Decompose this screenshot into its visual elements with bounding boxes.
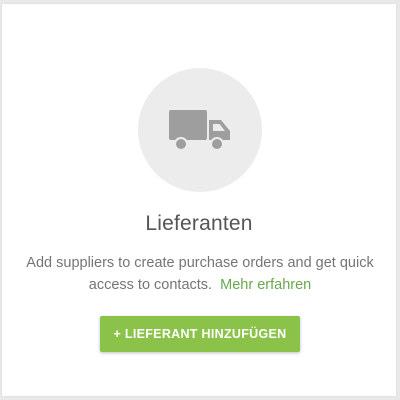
- suppliers-empty-state-card: Lieferanten Add suppliers to create purc…: [2, 4, 396, 396]
- icon-circle: [138, 68, 262, 192]
- add-supplier-button[interactable]: + LIEFERANT HINZUFÜGEN: [100, 316, 300, 352]
- empty-state-title: Lieferanten: [145, 212, 253, 235]
- learn-more-link[interactable]: Mehr erfahren: [220, 277, 311, 293]
- description-text: Add suppliers to create purchase orders …: [26, 255, 374, 293]
- empty-state-description: Add suppliers to create purchase orders …: [12, 252, 388, 296]
- truck-icon: [169, 110, 230, 151]
